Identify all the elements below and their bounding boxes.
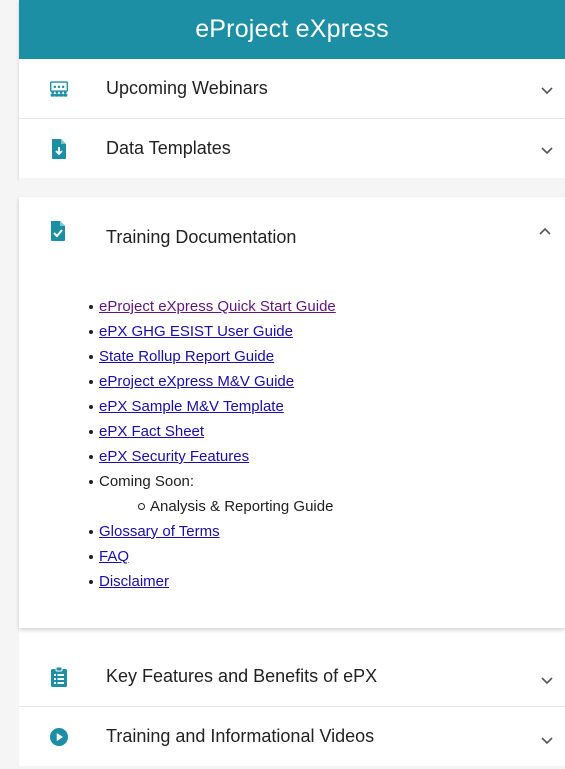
chevron-down-icon[interactable] [539,83,555,99]
file-check-icon [50,221,68,243]
accordion-training-documentation: Training Documentation eProject eXpress … [19,197,565,628]
training-doc-list: eProject eXpress Quick Start Guide ePX G… [19,278,565,628]
panel-header: eProject eXpress [19,0,565,59]
link-ghg-esist-user-guide[interactable]: ePX GHG ESIST User Guide [99,323,293,340]
coming-soon-list: Analysis & Reporting Guide [99,494,565,519]
accordion-key-features[interactable]: Key Features and Benefits of ePX [19,647,565,707]
link-security-features[interactable]: ePX Security Features [99,448,249,465]
panel-title: eProject eXpress [195,15,389,43]
list-item-coming-soon: Coming Soon: Analysis & Reporting Guide [89,469,565,519]
list-item: ePX Sample M&V Template [89,394,565,419]
accordion-label: Data Templates [106,138,231,158]
file-download-icon [50,138,68,160]
list-item: eProject eXpress Quick Start Guide [89,294,565,319]
link-glossary-of-terms[interactable]: Glossary of Terms [99,523,220,540]
link-faq[interactable]: FAQ [99,548,129,565]
clipboard-list-icon [50,666,68,688]
link-state-rollup-report-guide[interactable]: State Rollup Report Guide [99,348,274,365]
link-fact-sheet[interactable]: ePX Fact Sheet [99,423,204,440]
link-sample-mv-template[interactable]: ePX Sample M&V Template [99,398,284,415]
list-item: Disclaimer [89,569,565,594]
accordion-group-top: eProject eXpress Upcoming Webinars Data … [19,0,565,178]
accordion-label: Training Documentation [106,227,297,247]
list-item: FAQ [89,544,565,569]
accordion-data-templates[interactable]: Data Templates [19,119,565,178]
link-quick-start-guide[interactable]: eProject eXpress Quick Start Guide [99,298,336,315]
accordion-training-videos[interactable]: Training and Informational Videos [19,707,565,766]
divider [19,178,565,197]
link-mv-guide[interactable]: eProject eXpress M&V Guide [99,373,294,390]
list-item: eProject eXpress M&V Guide [89,369,565,394]
play-circle-icon [50,726,68,748]
accordion-group-bottom: Key Features and Benefits of ePX Trainin… [19,647,565,766]
chevron-down-icon[interactable] [539,733,555,749]
list-item: ePX GHG ESIST User Guide [89,319,565,344]
resources-panel: eProject eXpress Upcoming Webinars Data … [19,0,565,766]
chevron-down-icon[interactable] [539,673,555,689]
list-item: Glossary of Terms [89,519,565,544]
list-item: ePX Security Features [89,444,565,469]
accordion-upcoming-webinars[interactable]: Upcoming Webinars [19,59,565,119]
list-item: Analysis & Reporting Guide [138,494,565,519]
coming-soon-label: Coming Soon: [99,473,195,490]
link-disclaimer[interactable]: Disclaimer [99,573,169,590]
list-item: State Rollup Report Guide [89,344,565,369]
accordion-label: Training and Informational Videos [106,726,375,746]
accordion-header-training[interactable]: Training Documentation [19,197,565,278]
accordion-label: Upcoming Webinars [106,78,268,98]
chevron-up-icon[interactable] [539,227,555,243]
chevron-down-icon[interactable] [539,143,555,159]
webinar-icon [50,78,68,100]
list-item: ePX Fact Sheet [89,419,565,444]
accordion-label: Key Features and Benefits of ePX [106,666,378,686]
